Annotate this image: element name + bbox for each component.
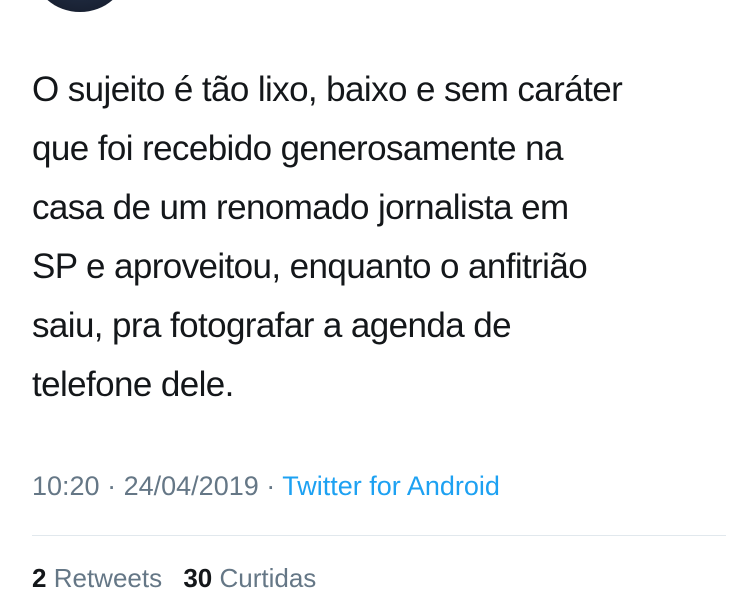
meta-separator: · xyxy=(266,471,276,501)
tweet-text-line: casa de um renomado jornalista em xyxy=(32,188,569,227)
meta-separator: · xyxy=(107,471,117,501)
retweets-stat[interactable]: 2 Retweets xyxy=(32,560,162,596)
tweet-source-link[interactable]: Twitter for Android xyxy=(282,471,500,501)
divider xyxy=(32,535,726,536)
tweet-detail-page: O sujeito é tão lixo, baixo e sem caráte… xyxy=(0,0,750,600)
avatar[interactable] xyxy=(34,0,126,12)
retweets-label: Retweets xyxy=(53,563,163,593)
tweet-metadata: 10:20 · 24/04/2019 · Twitter for Android xyxy=(32,468,500,504)
tweet-stats: 2 Retweets 30 Curtidas xyxy=(32,560,330,596)
tweet-text: O sujeito é tão lixo, baixo e sem caráte… xyxy=(32,60,732,414)
tweet-text-line: SP e aproveitou, enquanto o anfitrião xyxy=(32,247,588,286)
tweet-text-line: O sujeito é tão lixo, baixo e sem caráte… xyxy=(32,70,623,109)
tweet-text-line: telefone dele. xyxy=(32,365,234,404)
tweet-text-line: saiu, pra fotografar a agenda de xyxy=(32,306,512,345)
tweet-text-line: que foi recebido generosamente na xyxy=(32,129,563,168)
likes-stat[interactable]: 30 Curtidas xyxy=(183,560,316,596)
retweets-count: 2 xyxy=(32,563,47,593)
likes-count: 30 xyxy=(183,563,213,593)
tweet-date: 24/04/2019 xyxy=(123,471,259,501)
likes-label: Curtidas xyxy=(219,563,317,593)
tweet-time: 10:20 xyxy=(32,471,100,501)
